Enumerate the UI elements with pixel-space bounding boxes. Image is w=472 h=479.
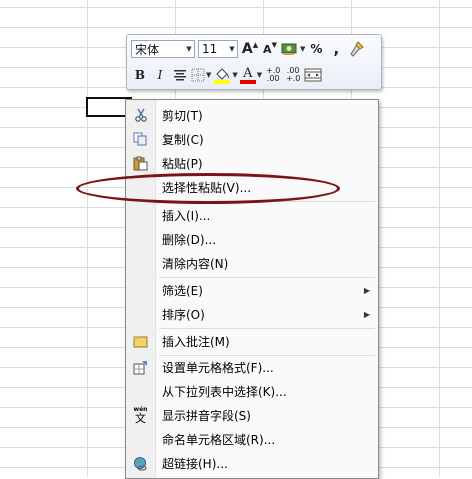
- merge-center-button[interactable]: [304, 65, 322, 85]
- percent-icon: %: [310, 42, 323, 56]
- submenu-arrow-icon: ▶: [363, 285, 370, 295]
- menu-item-label: 插入批注(M): [162, 334, 230, 349]
- menu-item-define-name[interactable]: 命名单元格区域(R)...: [126, 428, 378, 450]
- font-color-button[interactable]: A ▼: [239, 65, 262, 85]
- comment-icon: [132, 333, 149, 349]
- chevron-down-icon: ▼: [186, 45, 192, 53]
- menu-item-label: 剪切(T): [162, 108, 203, 123]
- chevron-down-icon: ▼: [229, 45, 235, 53]
- increase-decimal-button[interactable]: +.0 .00: [264, 65, 282, 85]
- align-center-icon: [174, 70, 186, 81]
- context-menu: 剪切(T) 复制(C) 粘贴(P) 选择性粘贴(V)... 插入(I)... 删…: [125, 99, 379, 479]
- bold-button[interactable]: B: [131, 65, 149, 85]
- menu-item-delete[interactable]: 删除(D)...: [126, 228, 378, 250]
- font-name-value: 宋体: [135, 42, 160, 57]
- format-cells-icon: [132, 359, 149, 375]
- italic-icon: I: [157, 68, 163, 82]
- menu-item-label: 选择性粘贴(V)...: [162, 180, 252, 195]
- menu-item-label: 超链接(H)...: [162, 456, 228, 471]
- menu-separator: [159, 201, 375, 202]
- menu-item-hyperlink[interactable]: 超链接(H)...: [126, 452, 378, 474]
- font-name-combo[interactable]: 宋体 ▼: [131, 40, 195, 58]
- font-color-bar: [239, 80, 256, 84]
- menu-item-label: 粘贴(P): [162, 156, 203, 171]
- mini-toolbar-row-1: 宋体 ▼ 11 ▼ A ▲ A ▼ ▼ % ,: [131, 38, 367, 60]
- borders-button[interactable]: ▼: [191, 65, 211, 85]
- menu-item-label: 设置单元格格式(F)...: [162, 360, 274, 375]
- menu-item-label: 插入(I)...: [162, 208, 211, 223]
- menu-item-label: 从下拉列表中选择(K)...: [162, 384, 287, 399]
- mini-toolbar-row-2: B I ▼ ▼ A ▼ +.0 .00 .00 +.0: [131, 64, 324, 86]
- mini-toolbar: 宋体 ▼ 11 ▼ A ▲ A ▼ ▼ % , B I ▼ ▼ A ▼ +.0 …: [126, 34, 382, 90]
- menu-item-paste[interactable]: 粘贴(P): [126, 152, 378, 174]
- currency-icon: [281, 43, 297, 55]
- fill-bucket-icon: [214, 68, 231, 84]
- menu-item-copy[interactable]: 复制(C): [126, 128, 378, 150]
- menu-item-cut[interactable]: 剪切(T): [126, 104, 378, 126]
- align-center-button[interactable]: [171, 65, 189, 85]
- shrink-font-button[interactable]: A ▼: [261, 39, 279, 59]
- comma-icon: ,: [333, 40, 340, 58]
- copy-icon: [132, 131, 149, 147]
- menu-item-label: 显示拼音字段(S): [162, 408, 251, 423]
- increase-decimal-icon: +.0 .00: [266, 66, 281, 83]
- menu-separator: [159, 328, 375, 329]
- menu-item-paste-special[interactable]: 选择性粘贴(V)...: [126, 176, 378, 198]
- menu-item-label: 命名单元格区域(R)...: [162, 432, 276, 447]
- menu-item-label: 筛选(E): [162, 283, 203, 298]
- bold-icon: B: [134, 68, 146, 82]
- borders-icon: [191, 68, 205, 82]
- italic-button[interactable]: I: [151, 65, 169, 85]
- menu-item-pick-from-list[interactable]: 从下拉列表中选择(K)...: [126, 380, 378, 402]
- font-size-value: 11: [202, 42, 218, 56]
- phonetic-icon: wén 文: [132, 406, 149, 425]
- grow-font-icon: A: [241, 41, 253, 57]
- decrease-decimal-button[interactable]: .00 +.0: [284, 65, 302, 85]
- menu-item-show-phonetic[interactable]: wén 文 显示拼音字段(S): [126, 404, 378, 426]
- menu-item-label: 删除(D)...: [162, 232, 217, 247]
- accounting-format-button[interactable]: ▼: [281, 39, 305, 59]
- menu-item-label: 清除内容(N): [162, 256, 229, 271]
- format-painter-icon: [350, 41, 365, 57]
- menu-item-insert-comment[interactable]: 插入批注(M): [126, 330, 378, 352]
- format-painter-button[interactable]: [347, 39, 365, 59]
- menu-item-filter[interactable]: 筛选(E) ▶: [126, 279, 378, 301]
- merge-center-icon: [304, 68, 322, 82]
- scissors-icon: [132, 107, 149, 123]
- fill-color-button[interactable]: ▼: [213, 65, 238, 85]
- percent-style-button[interactable]: %: [307, 39, 325, 59]
- menu-item-label: 复制(C): [162, 132, 204, 147]
- menu-separator: [159, 277, 375, 278]
- paste-icon: [132, 155, 149, 171]
- menu-item-format-cells[interactable]: 设置单元格格式(F)...: [126, 356, 378, 378]
- font-color-icon: A: [239, 66, 256, 84]
- comma-style-button[interactable]: ,: [327, 39, 345, 59]
- menu-item-insert[interactable]: 插入(I)...: [126, 204, 378, 226]
- grow-font-button[interactable]: A ▲: [241, 39, 259, 59]
- font-color-letter: A: [243, 66, 253, 81]
- menu-item-label: 排序(O): [162, 307, 205, 322]
- phonetic-icon-char: 文: [135, 412, 146, 425]
- decrease-decimal-icon: .00 +.0: [286, 66, 301, 83]
- hyperlink-icon: [132, 455, 149, 471]
- submenu-arrow-icon: ▶: [363, 309, 370, 319]
- menu-item-sort[interactable]: 排序(O) ▶: [126, 303, 378, 325]
- font-size-combo[interactable]: 11 ▼: [198, 40, 238, 58]
- menu-item-clear-contents[interactable]: 清除内容(N): [126, 252, 378, 274]
- shrink-font-icon: A: [263, 42, 272, 56]
